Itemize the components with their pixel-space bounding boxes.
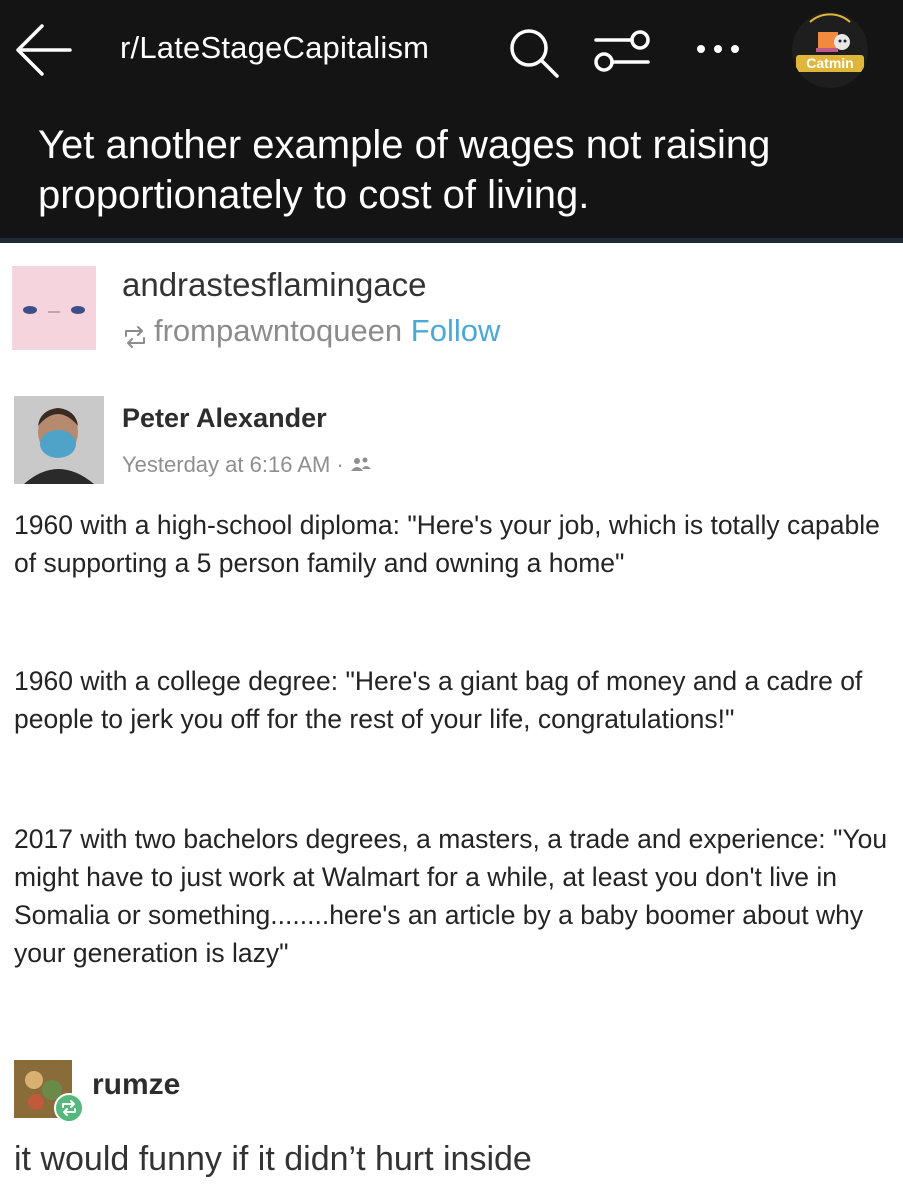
blog-name[interactable]: andrastesflamingace <box>122 266 427 304</box>
reply-username[interactable]: rumze <box>92 1068 180 1102</box>
search-icon[interactable] <box>505 24 561 80</box>
blog-avatar[interactable] <box>12 266 96 350</box>
post-paragraph: 1960 with a college degree: "Here's a gi… <box>14 666 863 734</box>
badge-label: Catmin <box>796 55 864 72</box>
reblog-source[interactable]: frompawntoqueen <box>154 313 402 348</box>
post-timestamp[interactable]: Yesterday at 6:16 AM · <box>122 452 344 477</box>
back-arrow-icon[interactable] <box>14 22 74 78</box>
subreddit-name[interactable]: r/LateStageCapitalism <box>120 30 429 66</box>
more-icon[interactable] <box>694 34 742 64</box>
reblog-badge-icon <box>54 1093 84 1123</box>
post-title: Yet another example of wages not raising… <box>38 123 771 217</box>
follow-link[interactable]: Follow <box>411 313 501 348</box>
reply-text: it would funny if it didn’t hurt inside <box>14 1140 532 1178</box>
cat-mascot-icon <box>809 13 851 52</box>
subreddit-avatar[interactable]: Catmin <box>792 12 868 88</box>
header-divider <box>0 238 903 243</box>
audience-icon <box>350 453 372 479</box>
filter-icon[interactable] <box>592 26 652 76</box>
author-name[interactable]: Peter Alexander <box>122 403 327 434</box>
reblog-line: frompawntoqueen Follow <box>122 313 500 349</box>
post-paragraph: 2017 with two bachelors degrees, a maste… <box>14 824 888 968</box>
post-meta: Yesterday at 6:16 AM · <box>122 452 372 479</box>
reblog-icon <box>122 321 148 348</box>
author-avatar[interactable] <box>14 396 104 484</box>
reddit-header: r/LateStageCapitalism Catmin Yet another… <box>0 0 903 238</box>
post-paragraph: 1960 with a high-school diploma: "Here's… <box>14 510 880 578</box>
